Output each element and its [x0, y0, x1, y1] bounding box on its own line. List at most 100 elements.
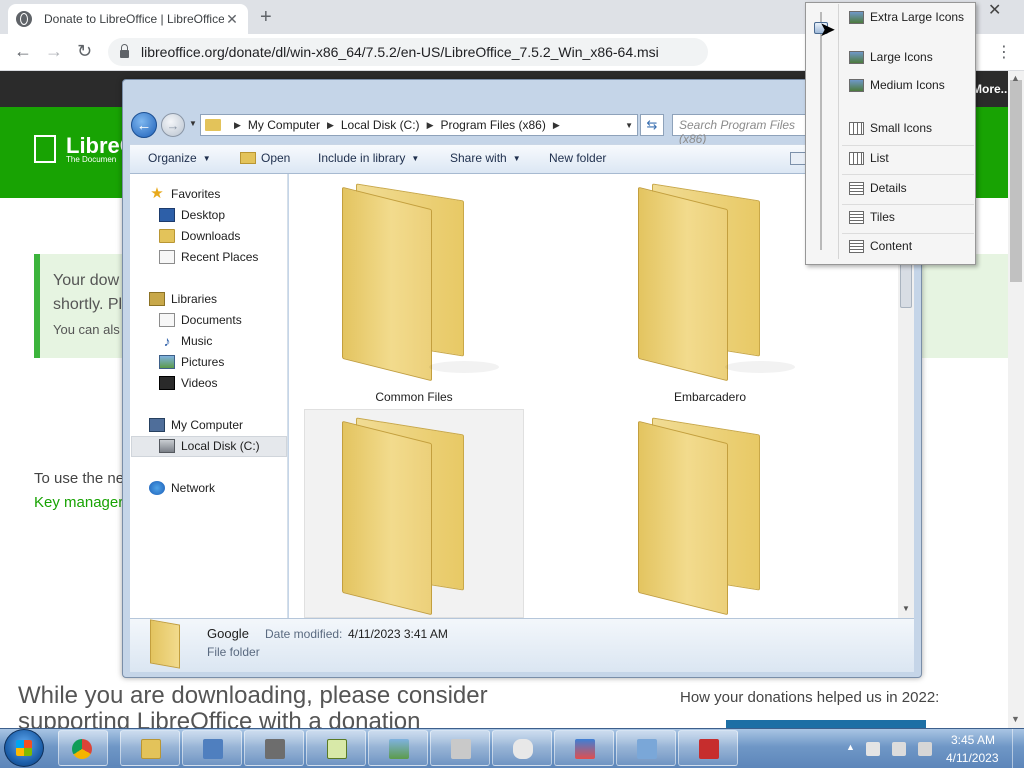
nav-libraries[interactable]: Libraries	[149, 292, 217, 306]
network-status-icon[interactable]	[892, 742, 906, 756]
folder-item[interactable]: Embarcadero	[600, 176, 820, 406]
taskbar-printer[interactable]	[430, 730, 490, 766]
reload-button[interactable]: ↻	[77, 41, 92, 62]
nav-downloads[interactable]: Downloads	[159, 229, 240, 243]
key-manager-link[interactable]: Key manager	[34, 494, 123, 511]
address-dropdown-icon[interactable]: ▼	[625, 121, 633, 130]
volume-muted-icon[interactable]	[918, 742, 932, 756]
nav-documents[interactable]: Documents	[159, 313, 242, 327]
menu-item-small-icons[interactable]: Small Icons	[849, 121, 932, 135]
nav-my-computer[interactable]: My Computer	[149, 418, 243, 432]
libraries-icon	[149, 292, 165, 306]
include-in-library-button[interactable]: Include in library ▼	[318, 151, 419, 165]
logo-tagline: The Documen	[66, 155, 117, 164]
taskbar-chrome[interactable]	[58, 730, 108, 766]
new-folder-button[interactable]: New folder	[549, 151, 606, 165]
more-link[interactable]: More...	[972, 82, 1011, 96]
forward-arrow-icon[interactable]: →	[161, 113, 185, 137]
taskbar-display[interactable]	[554, 730, 614, 766]
menu-divider	[842, 233, 974, 234]
nav-network[interactable]: Network	[149, 481, 215, 495]
taskbar-explorer[interactable]	[120, 730, 180, 766]
history-dropdown-icon[interactable]: ▼	[189, 119, 197, 128]
browser-menu-button[interactable]: ⋮	[996, 42, 1012, 62]
nav-desktop[interactable]: Desktop	[159, 208, 225, 222]
music-note-icon: ♪	[163, 333, 171, 349]
view-size-slider[interactable]	[820, 12, 822, 250]
chevron-right-icon[interactable]: ▶	[553, 120, 560, 131]
organize-button[interactable]: Organize ▼	[148, 151, 211, 165]
action-center-icon[interactable]	[866, 742, 880, 756]
globe-icon	[16, 11, 32, 27]
show-desktop-button[interactable]	[1012, 729, 1024, 768]
star-icon: ★	[150, 185, 164, 202]
search-input[interactable]: Search Program Files (x86)	[672, 114, 807, 146]
taskbar-mouse[interactable]	[492, 730, 552, 766]
nav-favorites[interactable]: ★ Favorites	[149, 185, 220, 202]
chevron-right-icon[interactable]: ▶	[234, 120, 241, 131]
menu-item-label: Extra Large Icons	[870, 10, 965, 24]
folder-item[interactable]	[600, 410, 820, 618]
open-button[interactable]: Open	[240, 151, 290, 165]
menu-item-list[interactable]: List	[849, 151, 889, 165]
nav-recent-places[interactable]: Recent Places	[159, 250, 258, 264]
back-button[interactable]: ←	[14, 41, 32, 62]
back-arrow-icon[interactable]: ←	[131, 112, 157, 138]
taskbar-toolbox[interactable]	[678, 730, 738, 766]
tab-close-button[interactable]: ✕	[224, 11, 240, 28]
taskbar-control-panel[interactable]	[182, 730, 242, 766]
scroll-down-arrow-icon[interactable]: ▼	[902, 604, 910, 613]
forward-button[interactable]: →	[45, 41, 63, 62]
scroll-up-arrow-icon[interactable]: ▲	[1011, 73, 1020, 83]
nav-videos[interactable]: Videos	[159, 376, 217, 390]
menu-item-large-icons[interactable]: Large Icons	[849, 50, 933, 64]
nav-music[interactable]: ♪ Music	[159, 333, 213, 349]
breadcrumb[interactable]: ▶ My Computer ▶ Local Disk (C:) ▶ Progra…	[200, 114, 638, 136]
breadcrumb-local-disk[interactable]: Local Disk (C:)	[341, 118, 420, 132]
refresh-button[interactable]: ⇆	[640, 114, 664, 136]
menu-item-tiles[interactable]: Tiles	[849, 210, 895, 224]
share-with-button[interactable]: Share with ▼	[450, 151, 521, 165]
browser-tab[interactable]: Donate to LibreOffice | LibreOffice ✕	[8, 4, 248, 34]
taskbar-remote-desktop[interactable]	[616, 730, 676, 766]
menu-item-label: Details	[870, 181, 907, 195]
small-icons-icon	[849, 121, 864, 135]
menu-item-content[interactable]: Content	[849, 239, 912, 253]
show-hidden-icons-button[interactable]: ▲	[846, 742, 855, 752]
menu-divider	[842, 204, 974, 205]
page-scrollbar-thumb[interactable]	[1010, 80, 1022, 282]
menu-item-details[interactable]: Details	[849, 181, 907, 195]
libreoffice-logo-icon	[34, 135, 56, 163]
nav-pictures[interactable]: Pictures	[159, 355, 224, 369]
nav-label: Downloads	[181, 229, 241, 243]
details-view-icon	[849, 181, 864, 195]
folder-icon-front	[638, 420, 728, 616]
window-close-button[interactable]: ✕	[988, 0, 1001, 20]
clock-date[interactable]: 4/11/2023	[946, 751, 999, 765]
taskbar-picture-viewer[interactable]	[368, 730, 428, 766]
chevron-right-icon[interactable]: ▶	[427, 120, 434, 131]
folder-item[interactable]: Common Files	[304, 176, 524, 406]
menu-item-label: List	[870, 151, 889, 165]
nav-label: Desktop	[181, 208, 226, 222]
nav-local-disk[interactable]: Local Disk (C:)	[159, 439, 260, 453]
chevron-right-icon[interactable]: ▶	[327, 120, 334, 131]
videos-icon	[159, 376, 175, 390]
address-bar[interactable]: libreoffice.org/donate/dl/win-x86_64/7.5…	[108, 38, 708, 66]
taskbar-notepad[interactable]	[306, 730, 366, 766]
breadcrumb-program-files[interactable]: Program Files (x86)	[440, 118, 545, 132]
folder-item[interactable]	[304, 410, 524, 618]
breadcrumb-my-computer[interactable]: My Computer	[248, 118, 320, 132]
clock-time[interactable]: 3:45 AM	[951, 733, 995, 747]
dropdown-arrow-icon: ▼	[202, 153, 211, 163]
lock-icon	[120, 44, 129, 58]
menu-item-medium-icons[interactable]: Medium Icons	[849, 78, 945, 92]
scroll-down-arrow-icon[interactable]: ▼	[1011, 714, 1020, 724]
taskbar-computer[interactable]	[244, 730, 304, 766]
hard-disk-icon	[159, 439, 175, 453]
menu-item-extra-large-icons[interactable]: Extra Large Icons	[849, 10, 964, 24]
share-with-label: Share with	[450, 151, 507, 165]
change-view-icon[interactable]	[790, 152, 806, 165]
new-tab-button[interactable]: +	[260, 6, 272, 29]
open-label: Open	[261, 151, 291, 165]
